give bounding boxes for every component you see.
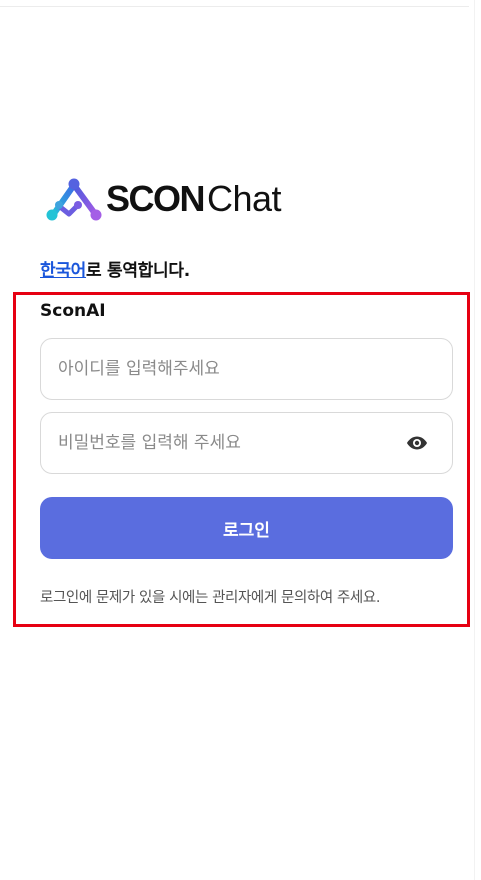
translate-notice: 한국어로 통역합니다. — [40, 256, 190, 281]
top-divider — [0, 6, 469, 7]
network-triangle-logo-icon — [46, 178, 102, 221]
username-input[interactable] — [41, 339, 452, 399]
username-field[interactable] — [40, 338, 453, 400]
logo-wordmark: SCON Chat — [106, 178, 282, 219]
eye-icon[interactable] — [404, 430, 430, 456]
login-button[interactable]: 로그인 — [40, 497, 453, 559]
scroll-edge — [474, 0, 475, 880]
logo-scon-text: SCON — [106, 178, 206, 219]
login-help-text: 로그인에 문제가 있을 시에는 관리자에게 문의하여 주세요. — [40, 590, 381, 606]
organization-label: SconAI — [40, 301, 106, 321]
login-page: SCON Chat 한국어로 통역합니다. SconAI 로그인 로그인에 문제… — [0, 0, 481, 880]
password-input[interactable] — [41, 413, 404, 473]
scon-chat-logo: SCON Chat — [44, 174, 282, 224]
password-field[interactable] — [40, 412, 453, 474]
language-link[interactable]: 한국어 — [40, 261, 86, 281]
translate-suffix: 로 통역합니다. — [86, 261, 190, 281]
logo-chat-text: Chat — [207, 178, 282, 219]
